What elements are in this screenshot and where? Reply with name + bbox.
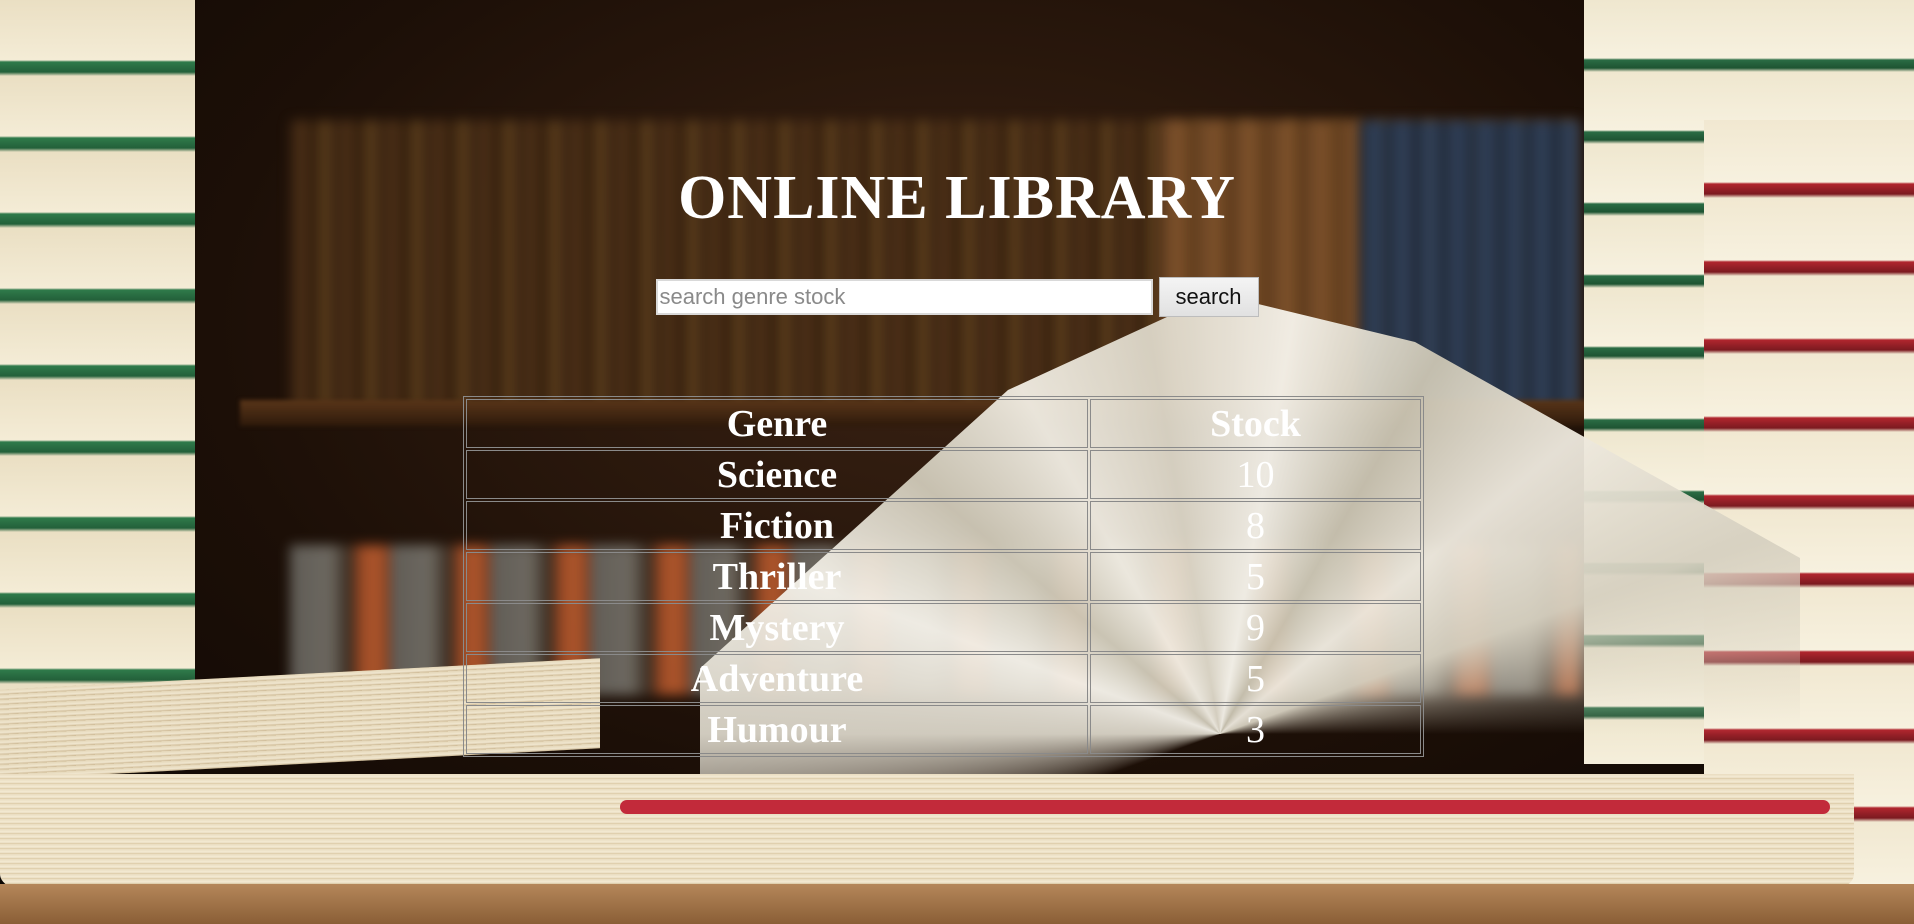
stock-cell: 8 [1090, 501, 1421, 550]
background-red-book-cover [620, 800, 1830, 814]
stock-cell: 5 [1090, 654, 1421, 703]
search-input[interactable] [655, 279, 1153, 315]
table-row: Mystery 9 [466, 603, 1421, 652]
stock-cell: 3 [1090, 705, 1421, 754]
genre-cell: Science [466, 450, 1088, 499]
background-book-stack-left [0, 0, 195, 764]
stock-cell: 9 [1090, 603, 1421, 652]
table-row: Humour 3 [466, 705, 1421, 754]
table-row: Thriller 5 [466, 552, 1421, 601]
table-row: Science 10 [466, 450, 1421, 499]
search-bar: search [0, 277, 1914, 317]
genre-cell: Thriller [466, 552, 1088, 601]
table-row: Adventure 5 [466, 654, 1421, 703]
genre-cell: Fiction [466, 501, 1088, 550]
table-row: Fiction 8 [466, 501, 1421, 550]
table-header-row: Genre Stock [466, 399, 1421, 448]
column-header-genre: Genre [466, 399, 1088, 448]
page-title: ONLINE LIBRARY [678, 164, 1236, 232]
genre-cell: Adventure [466, 654, 1088, 703]
genre-cell: Mystery [466, 603, 1088, 652]
genre-stock-table: Genre Stock Science 10 Fiction 8 Thrille… [463, 396, 1424, 757]
background-open-book-base [0, 774, 1854, 894]
column-header-stock: Stock [1090, 399, 1421, 448]
search-button[interactable]: search [1158, 277, 1259, 317]
genre-cell: Humour [466, 705, 1088, 754]
stock-cell: 10 [1090, 450, 1421, 499]
stock-cell: 5 [1090, 552, 1421, 601]
background-wooden-table [0, 884, 1914, 924]
